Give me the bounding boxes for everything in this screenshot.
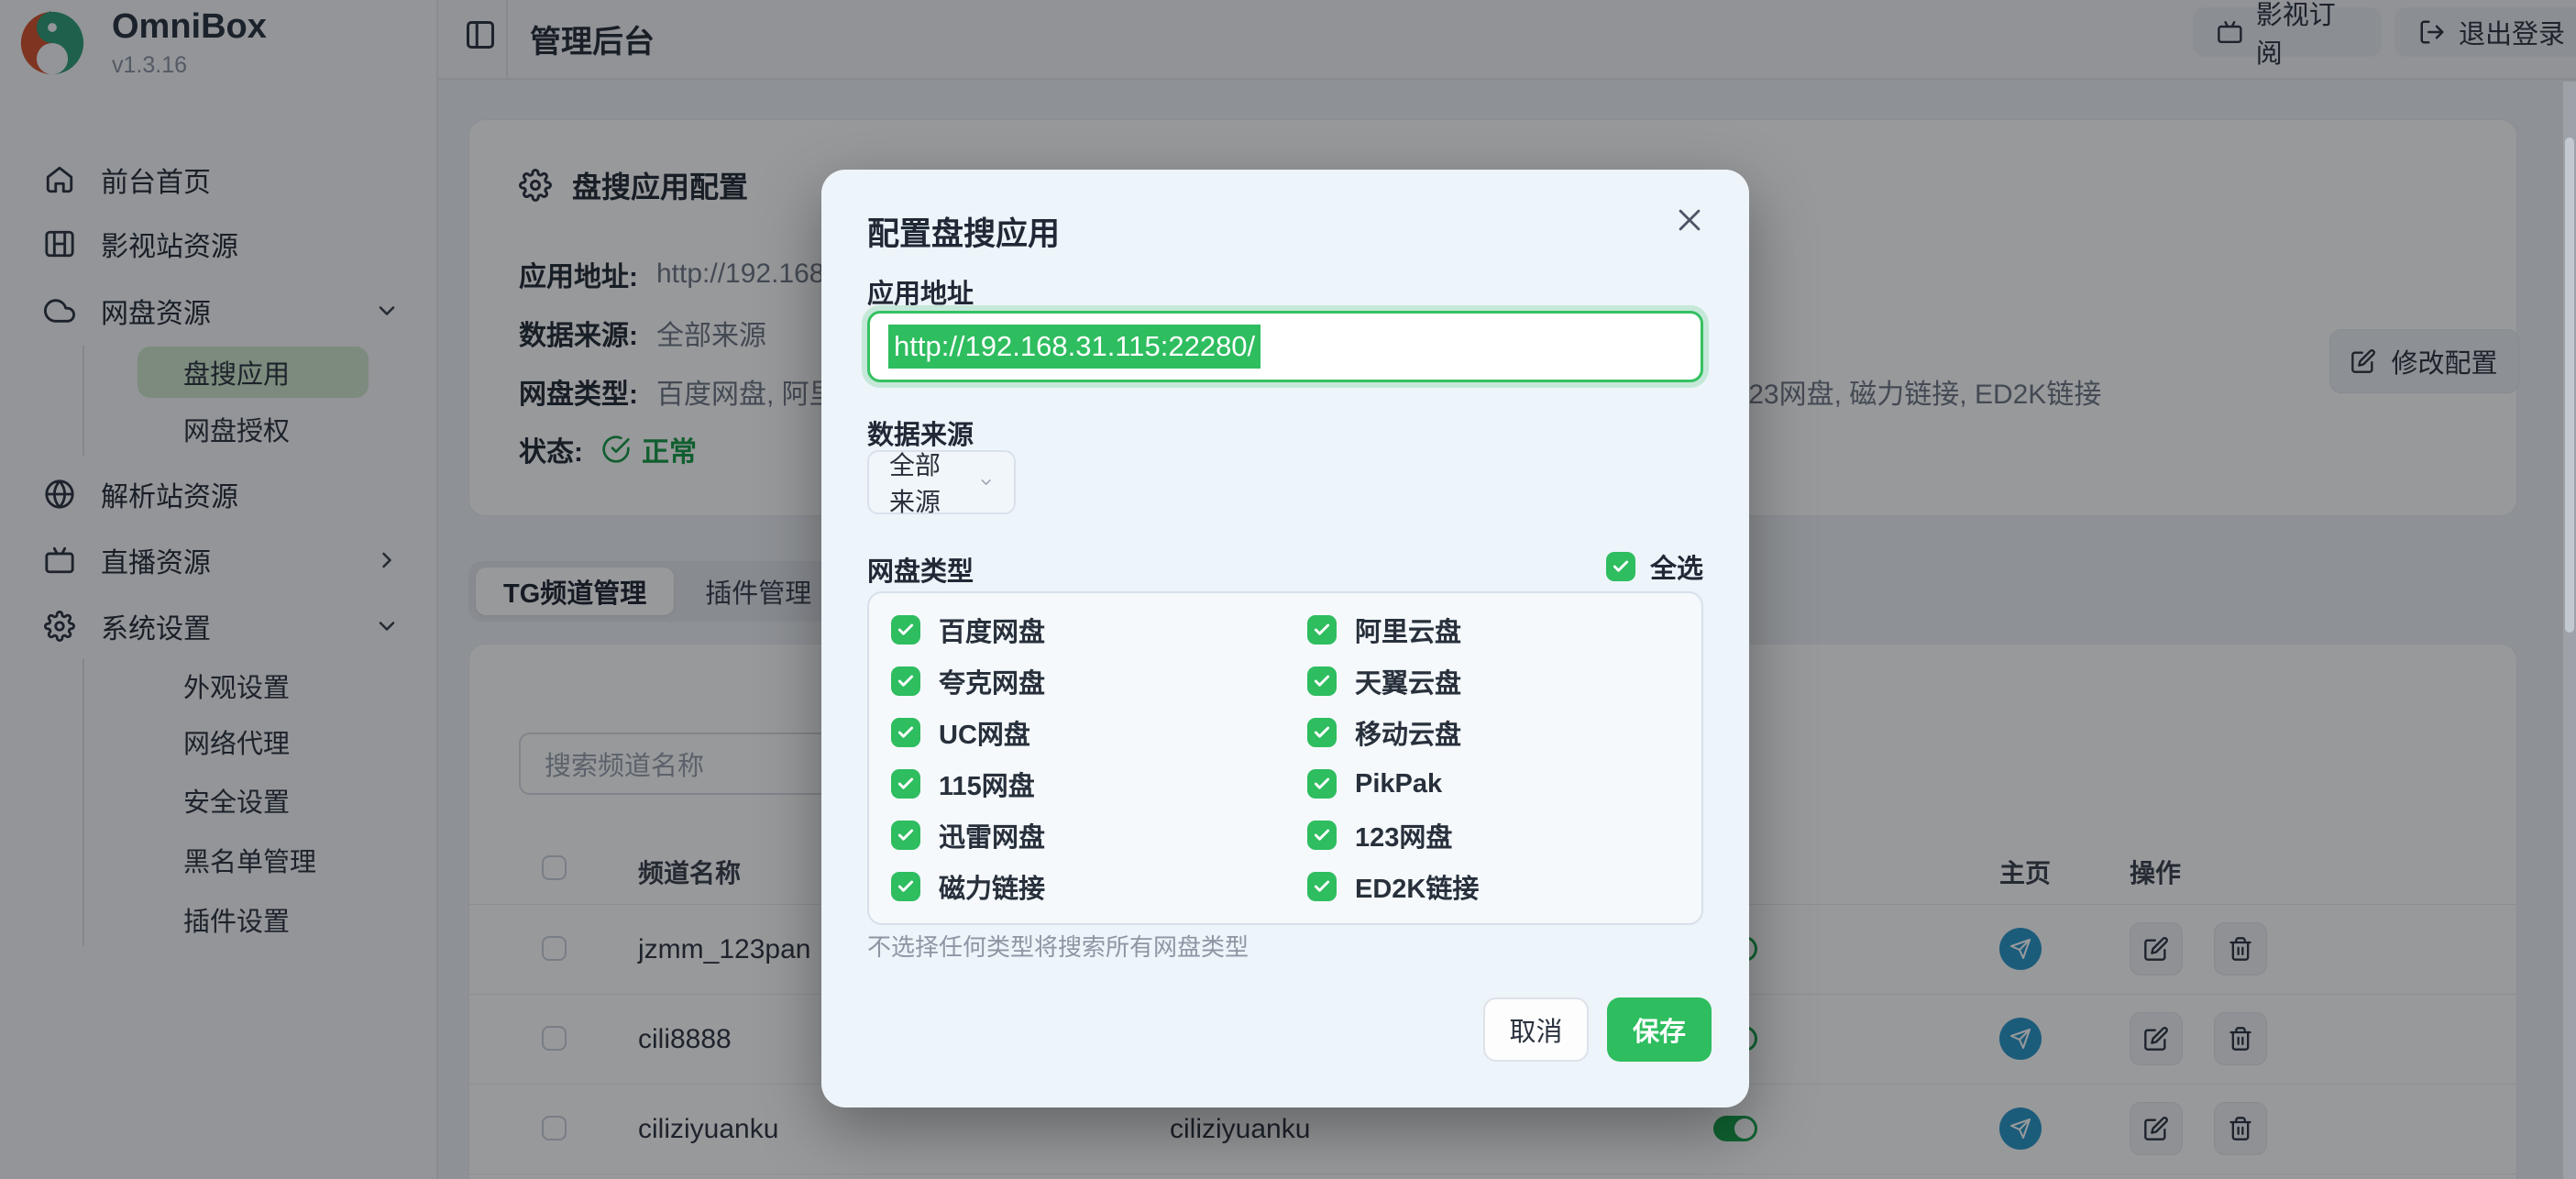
type-label: 百度网盘 [939, 611, 1045, 649]
configure-pansou-modal: 配置盘搜应用 应用地址 http://192.168.31.115:22280/… [821, 170, 1749, 1107]
chevron-down-icon [978, 471, 994, 493]
address-label: 应用地址 [867, 272, 974, 311]
type-checkbox-115[interactable]: 115网盘 [869, 760, 1285, 808]
close-icon[interactable] [1674, 204, 1705, 236]
checkbox-checked-icon [891, 667, 920, 696]
type-checkbox-uc[interactable]: UC网盘 [869, 709, 1285, 756]
checkbox-checked-icon [1307, 718, 1337, 747]
type-label: 123网盘 [1355, 816, 1452, 854]
save-button[interactable]: 保存 [1607, 997, 1712, 1062]
checkbox-checked-icon [1307, 667, 1337, 696]
type-label: 移动云盘 [1355, 713, 1461, 752]
type-label: UC网盘 [939, 713, 1030, 752]
save-label: 保存 [1633, 1010, 1686, 1049]
type-label: PikPak [1355, 769, 1442, 799]
modal-hint-text: 不选择任何类型将搜索所有网盘类型 [867, 929, 1249, 963]
type-label: 115网盘 [939, 765, 1035, 803]
type-checkbox-baidu[interactable]: 百度网盘 [869, 606, 1285, 654]
select-all-types-checkbox[interactable]: 全选 [1606, 547, 1703, 586]
checkbox-checked-icon [1307, 821, 1337, 850]
type-checkbox-aliyun[interactable]: 阿里云盘 [1285, 606, 1701, 654]
netdisk-types-panel: 百度网盘 阿里云盘 夸克网盘 天翼云盘 UC网盘 移动云盘 115网盘 PikP… [867, 591, 1703, 925]
type-label: 磁力链接 [939, 867, 1045, 906]
type-label: 迅雷网盘 [939, 816, 1045, 854]
selected-source-value: 全部来源 [889, 446, 963, 519]
type-checkbox-123[interactable]: 123网盘 [1285, 811, 1701, 859]
selected-input-text: http://192.168.31.115:22280/ [888, 325, 1260, 369]
types-label: 网盘类型 [867, 550, 974, 589]
type-checkbox-pikpak[interactable]: PikPak [1285, 760, 1701, 808]
type-label: ED2K链接 [1355, 867, 1479, 906]
checkbox-checked-icon [1606, 552, 1635, 581]
checkbox-checked-icon [891, 872, 920, 901]
checkbox-checked-icon [1307, 615, 1337, 645]
checkbox-checked-icon [891, 821, 920, 850]
type-checkbox-tianyi[interactable]: 天翼云盘 [1285, 657, 1701, 705]
type-label: 阿里云盘 [1355, 611, 1461, 649]
checkbox-checked-icon [891, 615, 920, 645]
checkbox-checked-icon [1307, 872, 1337, 901]
select-all-label: 全选 [1650, 547, 1703, 586]
checkbox-checked-icon [1307, 769, 1337, 799]
type-checkbox-ed2k[interactable]: ED2K链接 [1285, 863, 1701, 910]
type-checkbox-xunlei[interactable]: 迅雷网盘 [869, 811, 1285, 859]
type-label: 天翼云盘 [1355, 662, 1461, 700]
scrollbar-thumb[interactable] [2565, 138, 2574, 633]
type-checkbox-quark[interactable]: 夸克网盘 [869, 657, 1285, 705]
type-checkbox-yidong[interactable]: 移动云盘 [1285, 709, 1701, 756]
modal-title: 配置盘搜应用 [867, 208, 1060, 255]
cancel-label: 取消 [1509, 1010, 1562, 1049]
app-address-input[interactable]: http://192.168.31.115:22280/ [867, 311, 1703, 382]
checkbox-checked-icon [891, 718, 920, 747]
checkbox-checked-icon [891, 769, 920, 799]
type-checkbox-magnet[interactable]: 磁力链接 [869, 863, 1285, 910]
data-source-select[interactable]: 全部来源 [867, 450, 1016, 514]
type-label: 夸克网盘 [939, 662, 1045, 700]
cancel-button[interactable]: 取消 [1483, 997, 1589, 1062]
